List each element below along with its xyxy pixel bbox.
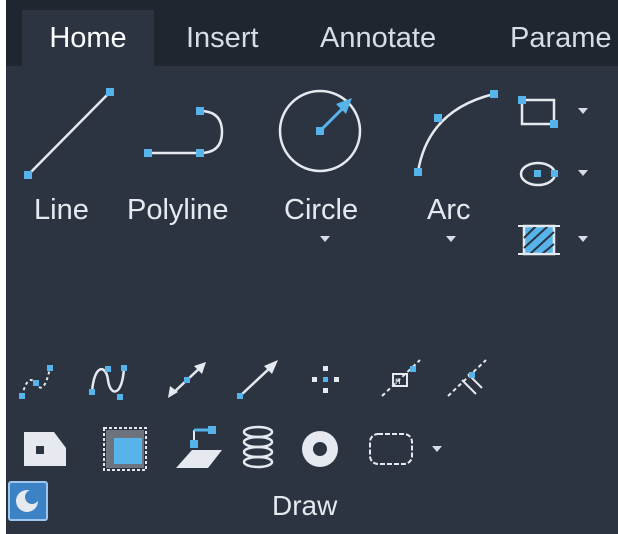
donut-button[interactable]: [298, 426, 342, 472]
spline-fit-button[interactable]: [16, 358, 56, 402]
circle-dropdown-icon[interactable]: [320, 236, 330, 242]
autocad-ribbon: Home Insert Annotate Parame Line Polylin…: [0, 0, 618, 534]
ellipse-button[interactable]: [516, 154, 596, 194]
arc-button[interactable]: Arc: [400, 86, 500, 256]
revision-cloud-dropdown-icon[interactable]: [432, 446, 442, 452]
ray-icon: [237, 360, 278, 399]
divide-button[interactable]: n: [376, 356, 426, 402]
arc-dropdown-icon[interactable]: [446, 236, 456, 242]
tab-annotate[interactable]: Annotate: [320, 10, 436, 66]
ellipse-icon: [519, 161, 558, 187]
panel-settings-glyph: [16, 490, 39, 512]
line-icon: [24, 88, 114, 179]
multiple-points-icon: [312, 366, 339, 393]
spline-cv-button[interactable]: [86, 358, 132, 402]
hatch-dropdown-icon[interactable]: [578, 236, 588, 242]
region-icon: [24, 432, 66, 466]
construction-line-icon: [168, 362, 206, 398]
measure-button[interactable]: [442, 356, 492, 402]
revision-cloud-button[interactable]: [362, 426, 452, 472]
line-button[interactable]: Line: [12, 86, 114, 246]
polyline-button[interactable]: Polyline: [124, 86, 254, 246]
tab-parametric[interactable]: Parame: [510, 10, 612, 66]
donut-icon: [302, 431, 338, 467]
divide-icon: n: [381, 359, 421, 397]
rectangle-button[interactable]: [516, 92, 596, 132]
panel-settings-icon[interactable]: [8, 481, 48, 521]
helix-icon: [242, 425, 274, 469]
tab-home[interactable]: Home: [22, 10, 154, 66]
ribbon-tab-bar: Home Insert Annotate Parame: [6, 0, 618, 66]
boundary-button[interactable]: [172, 424, 226, 474]
draw-panel: Line Polyline Circle Arc n Draw: [6, 66, 618, 534]
boundary-icon: [176, 426, 222, 468]
ellipse-dropdown-icon[interactable]: [578, 170, 588, 176]
helix-button[interactable]: [238, 424, 278, 474]
gradient-button[interactable]: [100, 424, 150, 474]
tab-insert[interactable]: Insert: [186, 10, 259, 66]
construction-line-button[interactable]: [162, 358, 212, 402]
polyline-icon: [144, 107, 224, 157]
spline-fit-icon: [19, 365, 53, 399]
circle-label: Circle: [284, 194, 359, 226]
svg-text:n: n: [395, 376, 401, 387]
region-button[interactable]: [20, 426, 70, 472]
arc-label: Arc: [427, 194, 471, 226]
hatch-icon: [518, 224, 560, 256]
arc-icon: [414, 90, 498, 176]
measure-icon: [447, 359, 487, 397]
circle-icon: [278, 89, 362, 173]
hatch-button[interactable]: [516, 218, 596, 262]
rectangle-dropdown-icon[interactable]: [578, 108, 588, 114]
ray-button[interactable]: [232, 358, 282, 402]
rectangle-icon: [518, 96, 558, 128]
polyline-label: Polyline: [127, 194, 229, 226]
revision-cloud-icon: [369, 433, 413, 465]
multiple-points-button[interactable]: [306, 358, 346, 402]
line-label: Line: [34, 194, 89, 226]
draw-panel-title: Draw: [272, 490, 338, 521]
gradient-icon: [103, 427, 147, 471]
circle-button[interactable]: Circle: [272, 86, 372, 256]
spline-cv-icon: [89, 365, 127, 400]
